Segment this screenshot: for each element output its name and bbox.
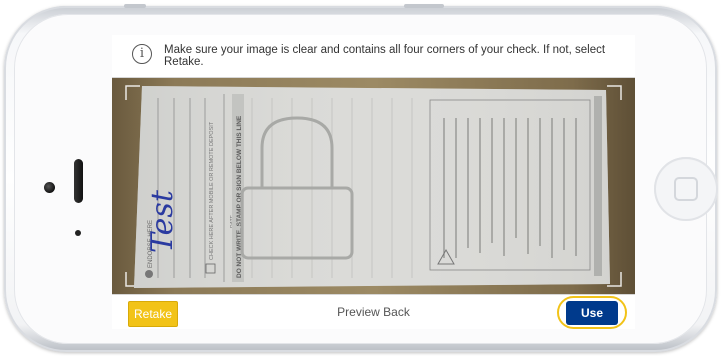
app-screen: i Make sure your image is clear and cont…: [112, 35, 635, 329]
signature-text: Test: [145, 189, 180, 253]
power-button: [404, 4, 444, 8]
front-camera: [44, 182, 55, 193]
instruction-text: Make sure your image is clear and contai…: [164, 44, 606, 68]
info-icon: i: [132, 44, 152, 64]
sensor-dot: [75, 230, 81, 236]
check-back-image: ENDORSE HERE Test CHECK HERE AFTER MOBIL…: [125, 85, 622, 288]
home-square-icon: [674, 177, 698, 201]
volume-button: [124, 4, 146, 8]
instruction-bar: i Make sure your image is clear and cont…: [112, 35, 635, 78]
home-button[interactable]: [654, 157, 718, 221]
check-photo: ENDORSE HERE Test CHECK HERE AFTER MOBIL…: [112, 78, 635, 294]
bottom-toolbar: Retake Preview Back Use: [112, 294, 635, 329]
use-button[interactable]: Use: [566, 301, 618, 325]
mobile-deposit-label: CHECK HERE AFTER MOBILE OR REMOTE DEPOSI…: [209, 121, 215, 260]
earpiece-speaker: [74, 159, 83, 203]
endorse-dot: [145, 270, 153, 278]
